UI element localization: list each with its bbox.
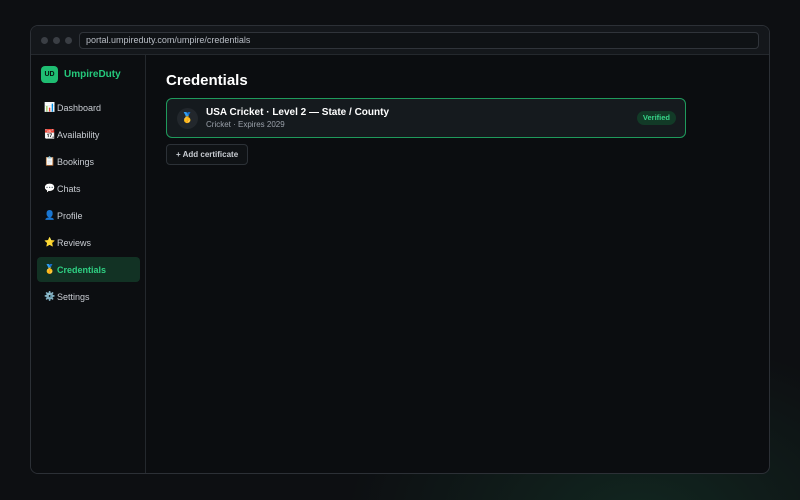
add-certificate-button[interactable]: + Add certificate xyxy=(166,144,249,165)
certificate-card[interactable]: 🥇 USA Cricket · Level 2 — State / County… xyxy=(166,98,686,138)
sidebar-item-label: Reviews xyxy=(57,237,92,248)
gear-icon: ⚙️ xyxy=(44,291,56,301)
address-bar[interactable]: portal.umpireduty.com/umpire/credentials xyxy=(79,32,759,49)
brand[interactable]: UD UmpireDuty xyxy=(41,66,121,83)
sidebar-item-credentials[interactable]: 🥇 Credentials xyxy=(37,257,140,282)
sidebar-item-label: Profile xyxy=(57,210,83,221)
sidebar-item-label: Dashboard xyxy=(57,102,102,113)
browser-titlebar: portal.umpireduty.com/umpire/credentials xyxy=(31,26,769,55)
sidebar-item-label: Chats xyxy=(57,183,81,194)
sidebar-item-availability[interactable]: 📆 Availability xyxy=(37,122,140,147)
certificate-title: USA Cricket · Level 2 — State / County xyxy=(206,107,390,118)
sidebar-item-dashboard[interactable]: 📊 Dashboard xyxy=(37,95,140,120)
calendar-icon: 📆 xyxy=(44,129,56,139)
main-content: Credentials 🥇 USA Cricket · Level 2 — St… xyxy=(147,55,769,473)
sidebar-item-settings[interactable]: ⚙️ Settings xyxy=(37,284,140,309)
window-close-dot[interactable] xyxy=(41,37,48,44)
sidebar: UD UmpireDuty 📊 Dashboard 📆 Availability… xyxy=(31,55,146,473)
sidebar-item-label: Credentials xyxy=(57,264,107,275)
status-badge: Verified xyxy=(636,111,676,125)
page-title: Credentials xyxy=(166,72,248,89)
sidebar-item-label: Settings xyxy=(57,291,90,302)
window-maximize-dot[interactable] xyxy=(65,37,72,44)
chart-icon: 📊 xyxy=(44,102,56,112)
user-icon: 👤 xyxy=(44,210,56,220)
sidebar-item-bookings[interactable]: 📋 Bookings xyxy=(37,149,140,174)
sidebar-item-profile[interactable]: 👤 Profile xyxy=(37,203,140,228)
sidebar-item-label: Bookings xyxy=(57,156,95,167)
medal-icon: 🥇 xyxy=(177,108,198,129)
window-minimize-dot[interactable] xyxy=(53,37,60,44)
medal-icon: 🥇 xyxy=(44,264,56,274)
sidebar-item-reviews[interactable]: ⭐ Reviews xyxy=(37,230,140,255)
sidebar-item-label: Availability xyxy=(57,129,100,140)
brand-logo: UD xyxy=(41,66,58,83)
sidebar-item-chats[interactable]: 💬 Chats xyxy=(37,176,140,201)
certificate-subtitle: Cricket · Expires 2029 xyxy=(206,120,285,129)
speech-bubble-icon: 💬 xyxy=(44,183,56,193)
sidebar-nav: 📊 Dashboard 📆 Availability 📋 Bookings 💬 … xyxy=(37,95,140,311)
browser-window: portal.umpireduty.com/umpire/credentials… xyxy=(30,25,770,474)
clipboard-icon: 📋 xyxy=(44,156,56,166)
star-icon: ⭐ xyxy=(44,237,56,247)
brand-name: UmpireDuty xyxy=(64,69,121,80)
